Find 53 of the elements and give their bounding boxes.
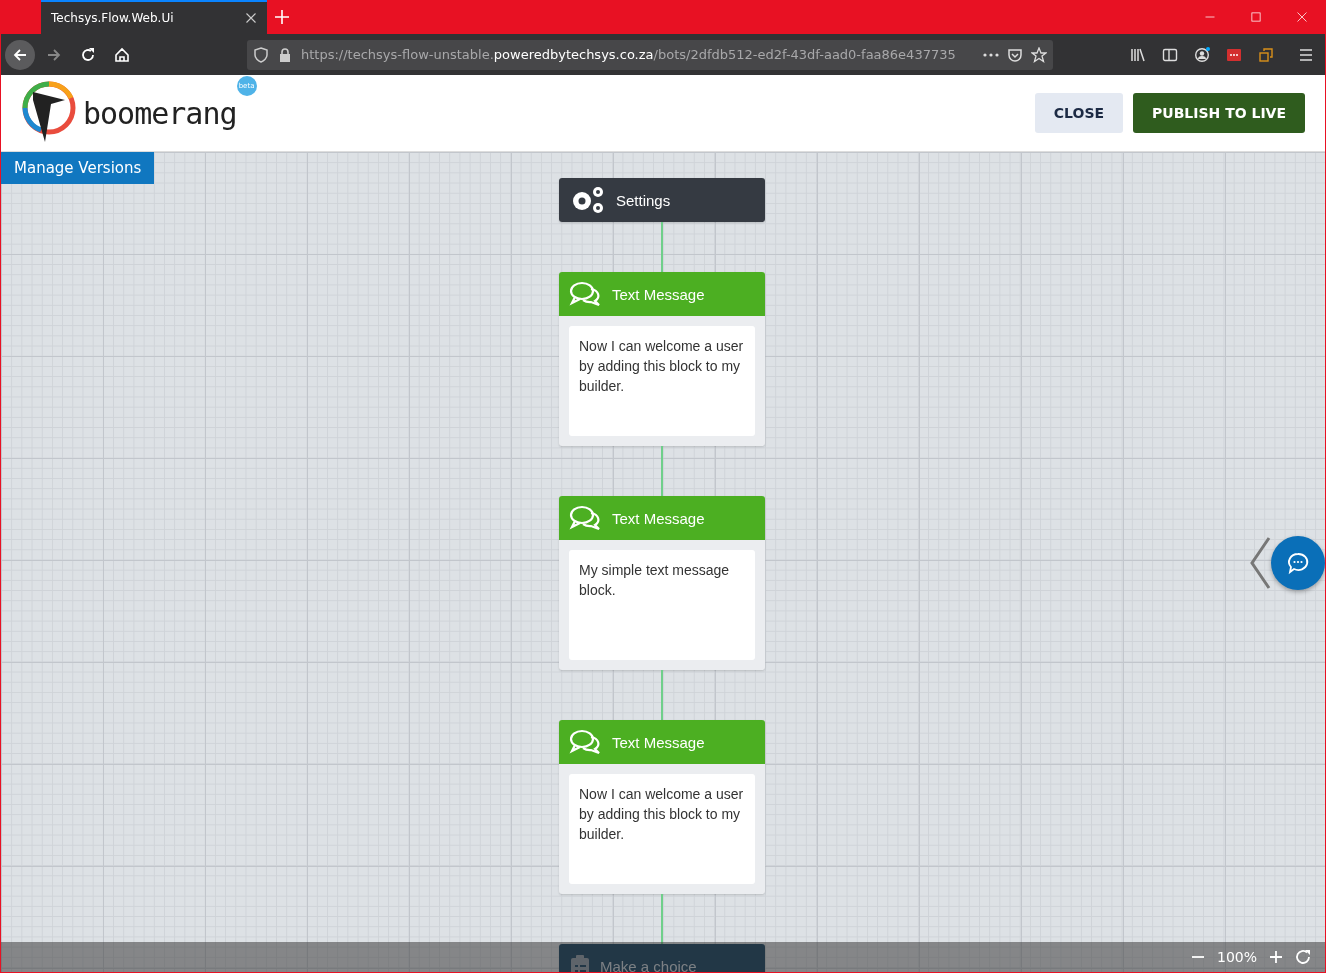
node-message: Now I can welcome a user by adding this block to my builder. bbox=[569, 774, 755, 884]
more-dots-icon bbox=[983, 52, 999, 57]
flow-node[interactable]: Text Message Now I can welcome a user by adding this block to my builder. bbox=[559, 720, 765, 894]
clipboard-list-icon bbox=[569, 954, 591, 972]
maximize-icon bbox=[1250, 11, 1262, 23]
chevron-left-icon[interactable] bbox=[1249, 536, 1271, 590]
node-message: My simple text message block. bbox=[569, 550, 755, 660]
flow-node[interactable]: Settings bbox=[559, 178, 765, 222]
account-icon bbox=[1194, 46, 1210, 63]
sidebar-icon bbox=[1162, 46, 1178, 63]
chat-bubbles-icon bbox=[569, 505, 603, 531]
reset-icon[interactable] bbox=[1295, 949, 1311, 965]
logo-text: boomerang bbox=[83, 95, 237, 131]
chat-bubbles-icon bbox=[569, 729, 603, 755]
menu-icon bbox=[1298, 46, 1314, 63]
connector-line bbox=[661, 222, 663, 272]
star-icon bbox=[1031, 46, 1047, 63]
address-bar[interactable]: https://techsys-flow-unstable.poweredbytechsys.co.za/bots/2dfdb512-ed2f-43df-aad0-faa86e437735 bbox=[247, 39, 1053, 70]
flow-node[interactable]: Text Message My simple text message block. bbox=[559, 496, 765, 670]
connector-line bbox=[661, 446, 663, 496]
node-title: Text Message bbox=[612, 509, 705, 527]
url-text: https://techsys-flow-unstable.poweredbytechsys.co.za/bots/2dfdb512-ed2f-43df-aad0-faa86e437735 bbox=[301, 47, 957, 62]
forward-arrow-icon bbox=[46, 46, 62, 63]
home-icon bbox=[114, 46, 130, 63]
connector-line bbox=[661, 670, 663, 720]
pocket-icon bbox=[1007, 46, 1023, 63]
connector-line bbox=[661, 894, 663, 944]
node-title: Text Message bbox=[612, 285, 705, 303]
lock-icon bbox=[277, 46, 293, 63]
chat-bubble-icon bbox=[1286, 551, 1310, 575]
back-arrow-icon bbox=[12, 46, 28, 63]
shield-icon bbox=[253, 46, 269, 63]
zoom-in-icon[interactable] bbox=[1269, 950, 1283, 964]
close-icon bbox=[1296, 11, 1308, 23]
tab-title: Techsys.Flow.Web.Ui bbox=[51, 11, 174, 25]
node-title: Settings bbox=[616, 191, 671, 209]
library-icon bbox=[1130, 46, 1146, 63]
chat-button[interactable] bbox=[1271, 536, 1325, 590]
close-button[interactable]: CLOSE bbox=[1034, 93, 1124, 133]
chat-bubbles-icon bbox=[569, 281, 603, 307]
browser-tab[interactable]: Techsys.Flow.Web.Ui bbox=[41, 0, 267, 34]
zoom-level: 100% bbox=[1216, 949, 1257, 965]
flow-node[interactable]: Text Message Now I can welcome a user by adding this block to my builder. bbox=[559, 272, 765, 446]
node-message: Now I can welcome a user by adding this block to my builder. bbox=[569, 326, 755, 436]
node-title: Text Message bbox=[612, 733, 705, 751]
manage-versions-button[interactable]: Manage Versions bbox=[1, 152, 155, 184]
reload-icon bbox=[80, 46, 96, 63]
node-title: Make a choice bbox=[600, 957, 697, 972]
windows-icon bbox=[1258, 46, 1274, 63]
publish-button[interactable]: PUBLISH TO LIVE bbox=[1133, 93, 1305, 133]
plus-icon bbox=[274, 9, 290, 25]
password-manager-icon bbox=[1226, 46, 1242, 63]
close-icon bbox=[245, 12, 257, 24]
